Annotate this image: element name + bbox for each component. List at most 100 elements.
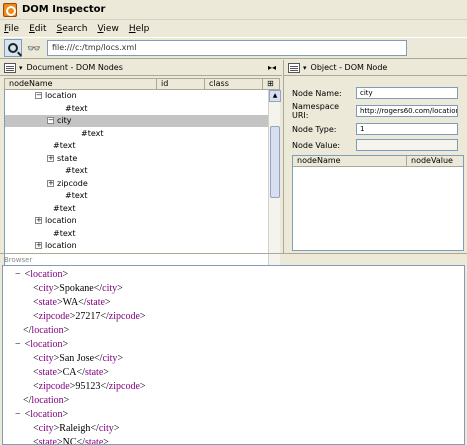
expand-icon[interactable]: + — [47, 154, 54, 162]
xml-bracket: > — [103, 437, 109, 445]
xml-bracket: </ — [100, 381, 109, 392]
col-id[interactable]: id — [157, 79, 205, 89]
collapse-icon[interactable]: − — [47, 117, 54, 124]
xml-bracket: > — [63, 325, 70, 336]
panel-next-icon[interactable]: ▸◂ — [268, 63, 276, 72]
menu-view[interactable]: View — [97, 24, 118, 34]
panel-menu-icon[interactable] — [4, 62, 16, 73]
namespace-field[interactable]: http://rogers60.com/location — [356, 105, 458, 117]
tree-row[interactable]: #text — [5, 165, 268, 177]
menu-search[interactable]: Search — [57, 24, 88, 34]
col-nodename[interactable]: nodeName — [5, 79, 157, 89]
dom-nodes-header: ▾ Document - DOM Nodes ▸◂ — [0, 60, 282, 76]
xml-line: − <location> — [15, 338, 68, 352]
collapse-toggle[interactable]: − — [15, 409, 21, 420]
menu-help[interactable]: Help — [129, 24, 150, 34]
expand-icon[interactable]: + — [35, 217, 42, 224]
tree-column-headers: nodeName id class ⊞ — [4, 78, 280, 90]
dom-node-panel: ▾ Object - DOM Node Node Name: city Name… — [283, 60, 467, 253]
tree-row[interactable]: #text — [5, 140, 268, 152]
xml-bracket: > — [103, 367, 109, 378]
expand-icon[interactable]: + — [35, 242, 42, 249]
xml-tag-name: location — [30, 339, 63, 350]
title-bar: DOM Inspector — [0, 0, 467, 20]
xml-tag-name: zipcode — [108, 311, 140, 322]
tree-node-label: #text — [53, 141, 76, 150]
collapse-icon[interactable]: − — [35, 92, 42, 99]
node-name-field[interactable]: city — [356, 87, 458, 99]
xml-tag-name: state — [38, 367, 57, 378]
xml-tag-name: zipcode — [108, 381, 140, 392]
inspect-element-button[interactable] — [4, 39, 22, 57]
xml-tag-name: city — [38, 423, 54, 434]
scroll-thumb[interactable] — [270, 126, 280, 198]
xml-bracket: </ — [76, 437, 85, 445]
address-field[interactable]: file:///c:/tmp/locs.xml — [47, 40, 407, 56]
xml-bracket: > — [62, 409, 69, 420]
xml-line: <state>NC</state> — [33, 436, 109, 445]
node-value-label: Node Value: — [292, 140, 341, 150]
tree-node-label: #text — [65, 191, 88, 200]
tree-node-label: #text — [53, 203, 76, 213]
xml-tag-name: state — [86, 297, 105, 308]
xml-line: <city>Raleigh</city> — [33, 422, 119, 436]
browser-label: Browser — [0, 253, 467, 265]
xml-tag-name: state — [38, 437, 57, 445]
xml-line: <city>San Jose</city> — [33, 352, 123, 366]
tree-node-label: location — [45, 216, 77, 225]
menu-edit[interactable]: Edit — [29, 24, 46, 34]
xml-tag-name: location — [30, 269, 63, 280]
xml-bracket: > — [117, 353, 124, 364]
menu-file[interactable]: File — [4, 24, 19, 34]
tree-row[interactable]: #text — [5, 128, 268, 140]
xml-text: WA — [62, 297, 79, 308]
node-value-field[interactable] — [356, 139, 458, 151]
col-attr-nodename[interactable]: nodeName — [293, 156, 407, 166]
chevron-down-icon[interactable]: ▾ — [303, 64, 307, 72]
tree-row[interactable]: + location — [5, 240, 268, 252]
node-type-field[interactable]: 1 — [356, 123, 458, 135]
xml-bracket: </ — [100, 311, 109, 322]
xml-bracket: > — [62, 339, 69, 350]
xml-bracket: </ — [90, 423, 99, 434]
xml-bracket: </ — [93, 283, 103, 294]
collapse-toggle[interactable]: − — [15, 269, 21, 280]
dom-nodes-panel: ▾ Document - DOM Nodes ▸◂ nodeName id cl… — [0, 60, 282, 312]
tree-row[interactable]: #text — [5, 103, 268, 115]
tree-row[interactable]: + state — [5, 153, 268, 165]
scroll-up-icon[interactable]: ▲ — [269, 90, 281, 102]
magnifier-icon — [8, 43, 18, 53]
col-class[interactable]: class — [205, 79, 263, 89]
panel-menu-icon[interactable] — [288, 62, 300, 73]
binoculars-icon[interactable]: 👓 — [26, 42, 42, 55]
toolbar: 👓 file:///c:/tmp/locs.xml — [0, 37, 467, 59]
tree-row[interactable]: #text — [5, 203, 268, 215]
tree-node-label: #text — [53, 228, 76, 238]
tree-row[interactable]: − city — [5, 115, 268, 127]
node-type-label: Node Type: — [292, 124, 337, 134]
dom-nodes-title: Document - DOM Nodes — [26, 63, 123, 72]
xml-bracket: </ — [78, 297, 87, 308]
xml-line: <zipcode>95123</zipcode> — [33, 380, 146, 394]
collapse-toggle[interactable]: − — [15, 339, 21, 350]
tree-row[interactable]: + zipcode — [5, 178, 268, 190]
attributes-table: nodeName nodeValue — [292, 155, 464, 251]
xml-tag-name: zipcode — [38, 311, 70, 322]
xml-tag-name: location — [31, 325, 64, 336]
column-picker-icon[interactable]: ⊞ — [263, 79, 279, 89]
tree-row[interactable]: #text — [5, 190, 268, 202]
tree-row[interactable]: #text — [5, 228, 268, 240]
xml-line: <state>CA</state> — [33, 366, 109, 380]
xml-tag-name: city — [102, 353, 118, 364]
node-type-row: Node Type: 1 — [292, 122, 458, 136]
tree-node-label: #text — [65, 103, 88, 113]
tree-node-label: location — [45, 241, 77, 250]
chevron-down-icon[interactable]: ▾ — [19, 64, 23, 72]
col-attr-nodevalue[interactable]: nodeValue — [407, 156, 463, 166]
xml-tag-name: location — [30, 409, 63, 420]
tree-row[interactable]: + location — [5, 215, 268, 227]
tree-row[interactable]: − location — [5, 90, 268, 102]
xml-text: San Jose — [59, 353, 95, 364]
expand-icon[interactable]: + — [47, 179, 54, 187]
xml-line: </location> — [23, 324, 69, 338]
